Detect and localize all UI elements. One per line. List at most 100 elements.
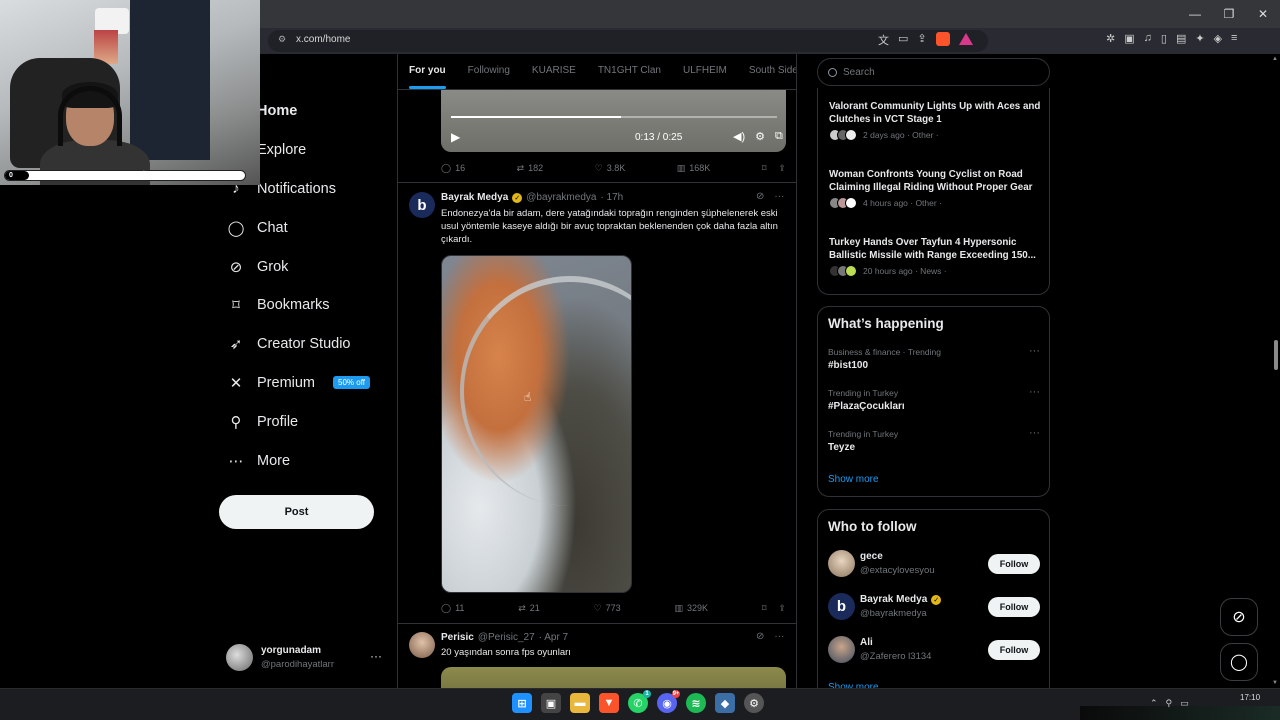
- more-icon[interactable]: ···: [774, 191, 784, 202]
- wallet-icon[interactable]: ▣: [1124, 32, 1134, 45]
- account-switcher[interactable]: yorgunadam @parodihayatlarr ···: [226, 643, 386, 673]
- tab-ulfheim[interactable]: ULFHEIM: [672, 54, 738, 89]
- minimize-button[interactable]: —: [1178, 0, 1212, 28]
- translate-icon[interactable]: 文: [878, 32, 889, 48]
- menu-icon[interactable]: ≡: [1231, 32, 1237, 45]
- page-scrollbar[interactable]: ▲ ▼: [1272, 56, 1280, 686]
- views-button[interactable]: ▥ 329K: [674, 603, 708, 614]
- follow-suggestion[interactable]: Ali @Zaferero l3134 Follow: [828, 636, 1040, 666]
- tweet-video[interactable]: [441, 255, 632, 593]
- address-bar-url[interactable]: x.com/home: [296, 34, 350, 45]
- nav-item-bookmarks[interactable]: ⌑ Bookmarks: [219, 286, 389, 325]
- music-icon[interactable]: ♫: [1144, 32, 1152, 45]
- scroll-up-icon[interactable]: ▲: [1272, 56, 1278, 62]
- grok-fab[interactable]: ⊘: [1220, 598, 1258, 636]
- tweet-time[interactable]: · Apr 7: [539, 632, 568, 643]
- chevron-up-icon[interactable]: ⌃: [1150, 698, 1158, 709]
- show-more-link[interactable]: Show more: [828, 474, 879, 485]
- taskbar-clock[interactable]: 17:10: [1240, 693, 1260, 702]
- brave-shields-icon[interactable]: [935, 32, 950, 46]
- news-item[interactable]: Woman Confronts Young Cyclist on Road Cl…: [829, 168, 1043, 209]
- tab-south-side[interactable]: South Side: [738, 54, 796, 89]
- tweet-time[interactable]: · 17h: [600, 192, 623, 203]
- nav-item-profile[interactable]: ⚲ Profile: [219, 402, 389, 441]
- nav-item-premium[interactable]: ✕ Premium 50% off: [219, 364, 389, 403]
- sidebar-icon[interactable]: ▯: [1161, 32, 1167, 45]
- tweet-author-handle[interactable]: @Perisic_27: [478, 632, 535, 643]
- share-icon[interactable]: ⇪: [778, 163, 786, 174]
- repost-button[interactable]: ⇄ 21: [518, 603, 540, 614]
- views-button[interactable]: ▥ 168K: [677, 163, 711, 174]
- scroll-thumb[interactable]: [1274, 340, 1278, 370]
- windows-start-icon[interactable]: ⊞: [512, 693, 532, 713]
- more-icon[interactable]: ···: [1029, 386, 1040, 398]
- search-input[interactable]: Search: [817, 58, 1050, 86]
- follow-suggestion[interactable]: b Bayrak Medya ✓ @bayrakmedya Follow: [828, 593, 1040, 623]
- reply-button[interactable]: ◯ 16: [441, 163, 465, 174]
- tab-tn1ght-clan[interactable]: TN1GHT Clan: [587, 54, 672, 89]
- trend-item[interactable]: Trending in Turkey #PlazaÇocukları ···: [828, 386, 1040, 412]
- play-icon[interactable]: ▶: [451, 130, 460, 144]
- trend-item[interactable]: Business & finance · Trending #bist100 ·…: [828, 345, 1040, 371]
- nav-item-grok[interactable]: ⊘ Grok: [219, 247, 389, 286]
- more-icon[interactable]: ···: [774, 631, 784, 642]
- site-info-icon[interactable]: ⚙: [278, 34, 286, 45]
- reply-button[interactable]: ◯ 11: [441, 603, 464, 614]
- like-button[interactable]: ♡ 3.8K: [595, 163, 626, 174]
- bookmark-icon[interactable]: ⌑: [762, 163, 767, 174]
- network-icon[interactable]: ▭: [1180, 698, 1189, 709]
- grok-icon[interactable]: ⊘: [756, 631, 764, 642]
- like-button[interactable]: ♡ 773: [594, 603, 621, 614]
- repost-button[interactable]: ⇄ 182: [517, 163, 544, 174]
- tweet-author-name[interactable]: Perisic: [441, 632, 474, 643]
- avatar[interactable]: b: [409, 192, 435, 218]
- file-explorer-icon[interactable]: ▬: [570, 693, 590, 713]
- follow-suggestion[interactable]: gece @extacylovesyou Follow: [828, 550, 1040, 580]
- brave-browser-icon[interactable]: ▼: [599, 693, 619, 713]
- vpn-icon[interactable]: ◈: [1214, 32, 1222, 45]
- nav-item-creator-studio[interactable]: ➶ Creator Studio: [219, 325, 389, 364]
- tab-following[interactable]: Following: [457, 54, 521, 89]
- tab-kuarise[interactable]: KUARISE: [521, 54, 587, 89]
- more-icon[interactable]: ···: [1029, 345, 1040, 357]
- share-icon[interactable]: ⇪: [778, 603, 786, 614]
- news-item[interactable]: Turkey Hands Over Tayfun 4 Hypersonic Ba…: [829, 236, 1043, 277]
- tab-icon[interactable]: ▤: [1176, 32, 1186, 45]
- nav-item-more[interactable]: ⋯ More: [219, 441, 389, 480]
- more-icon[interactable]: ···: [370, 649, 382, 663]
- tweet-author-name[interactable]: Bayrak Medya: [441, 192, 508, 203]
- steam-icon[interactable]: ⚙: [744, 693, 764, 713]
- bookmark-icon[interactable]: ⌑: [762, 603, 767, 614]
- cast-icon[interactable]: ▭: [898, 32, 908, 48]
- volume-icon[interactable]: ◀): [733, 130, 745, 143]
- follow-button[interactable]: Follow: [988, 640, 1040, 660]
- more-icon[interactable]: ···: [1029, 427, 1040, 439]
- close-window-button[interactable]: ✕: [1246, 0, 1280, 28]
- brave-rewards-icon[interactable]: [958, 33, 973, 45]
- avatar[interactable]: [409, 632, 435, 658]
- whatsapp-icon[interactable]: ✆ 1: [628, 690, 651, 713]
- network-app-icon[interactable]: ◆: [715, 693, 735, 713]
- tweet-media[interactable]: [441, 667, 786, 688]
- post-button[interactable]: Post: [219, 495, 374, 529]
- tweet-author-handle[interactable]: @bayrakmedya: [526, 192, 596, 203]
- news-item[interactable]: Valorant Community Lights Up with Aces a…: [829, 100, 1043, 141]
- video-player[interactable]: ▶ 0:13 / 0:25 ◀) ⚙ ⧉ ⤢: [441, 90, 786, 152]
- task-view-icon[interactable]: ▣: [541, 693, 561, 713]
- nav-item-chat[interactable]: ◯ Chat: [219, 208, 389, 247]
- follow-button[interactable]: Follow: [988, 554, 1040, 574]
- trend-item[interactable]: Trending in Turkey Teyze ···: [828, 427, 1040, 453]
- spotify-icon[interactable]: ≋: [686, 693, 706, 713]
- messages-fab[interactable]: ◯: [1220, 643, 1258, 681]
- restore-button[interactable]: ❐: [1212, 0, 1246, 28]
- follow-button[interactable]: Follow: [988, 597, 1040, 617]
- pip-icon[interactable]: ⧉: [775, 130, 783, 143]
- discord-icon[interactable]: ◉ 9+: [657, 690, 680, 713]
- tab-for-you[interactable]: For you: [398, 54, 457, 89]
- settings-icon[interactable]: ⚙: [755, 130, 765, 143]
- grok-icon[interactable]: ⊘: [756, 191, 764, 202]
- usb-icon[interactable]: ⚲: [1166, 698, 1173, 709]
- video-progress-bar[interactable]: [451, 116, 777, 118]
- share-icon[interactable]: ⇪: [917, 32, 926, 48]
- leo-ai-icon[interactable]: ✦: [1195, 32, 1204, 45]
